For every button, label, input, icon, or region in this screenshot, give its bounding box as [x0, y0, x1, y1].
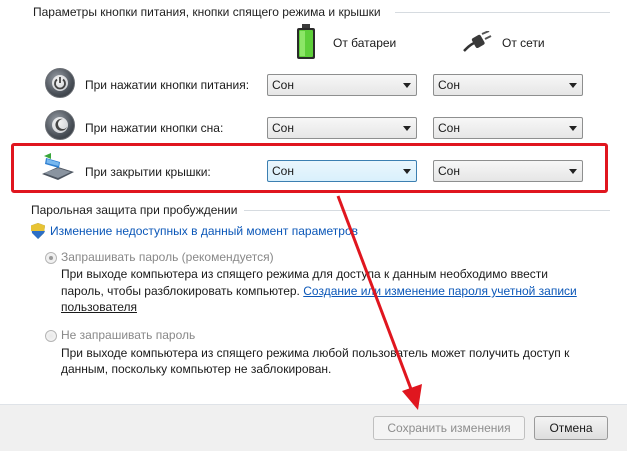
annotation-arrow	[336, 195, 422, 410]
